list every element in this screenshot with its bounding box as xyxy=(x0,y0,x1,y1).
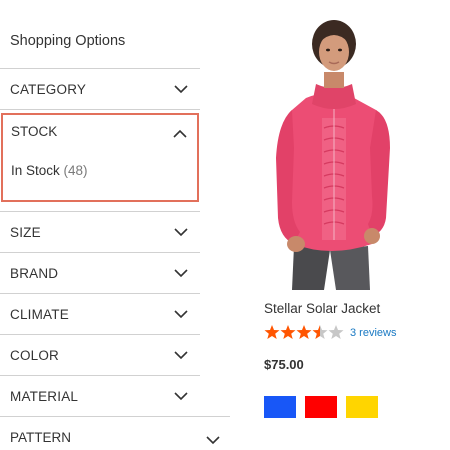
filter-label: COLOR xyxy=(10,348,60,363)
filter-label: SIZE xyxy=(10,225,41,240)
swatch-yellow[interactable] xyxy=(346,396,378,418)
product-price: $75.00 xyxy=(264,357,304,372)
filter-label: PATTERN xyxy=(10,430,72,445)
chevron-up-icon[interactable] xyxy=(173,126,187,138)
filter-size[interactable]: SIZE xyxy=(0,211,200,252)
filter-climate[interactable]: CLIMATE xyxy=(0,293,200,334)
filter-pattern[interactable]: PATTERN xyxy=(0,416,230,450)
star-empty-icon xyxy=(328,325,344,339)
chevron-down-icon xyxy=(174,350,188,360)
filter-category[interactable]: CATEGORY xyxy=(0,68,200,109)
chevron-down-icon xyxy=(174,84,188,94)
filter-option-in-stock[interactable]: In Stock (48) xyxy=(11,163,88,178)
star-filled-icon xyxy=(280,325,296,339)
chevron-down-icon xyxy=(174,391,188,401)
swatch-red[interactable] xyxy=(305,396,337,418)
product-rating xyxy=(264,324,346,340)
filter-brand[interactable]: BRAND xyxy=(0,252,200,293)
chevron-down-icon xyxy=(174,227,188,237)
filter-label: BRAND xyxy=(10,266,59,281)
filter-material[interactable]: MATERIAL xyxy=(0,375,200,416)
sidebar-title: Shopping Options xyxy=(10,33,126,49)
swatch-blue[interactable] xyxy=(264,396,296,418)
star-filled-icon xyxy=(296,325,312,339)
filter-label[interactable]: STOCK xyxy=(11,124,57,139)
product-name-link[interactable]: Stellar Solar Jacket xyxy=(264,301,380,316)
filter-label: CLIMATE xyxy=(10,307,69,322)
product-image[interactable] xyxy=(254,18,434,290)
reviews-link[interactable]: 3 reviews xyxy=(350,327,396,339)
filter-label: MATERIAL xyxy=(10,389,79,404)
star-half-icon xyxy=(312,325,328,339)
filter-label: CATEGORY xyxy=(10,82,87,97)
chevron-down-icon xyxy=(206,432,220,445)
option-label: In Stock xyxy=(11,163,60,178)
chevron-down-icon xyxy=(174,309,188,319)
filter-stock: STOCK In Stock (48) xyxy=(1,113,199,202)
chevron-down-icon xyxy=(174,268,188,278)
star-filled-icon xyxy=(264,325,280,339)
option-count: (48) xyxy=(63,163,88,178)
filter-color[interactable]: COLOR xyxy=(0,334,200,375)
